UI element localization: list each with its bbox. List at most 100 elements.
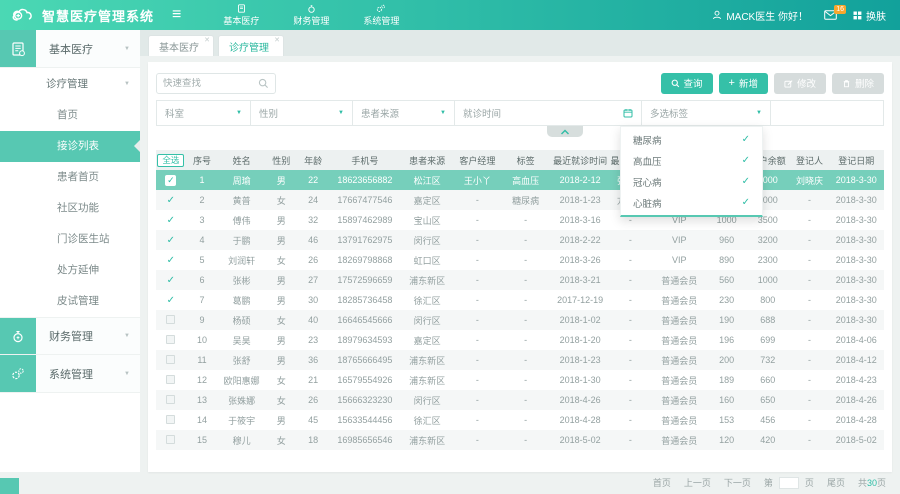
edit-button[interactable]: 修改 bbox=[774, 73, 826, 94]
pagination-prev[interactable]: 上一页 bbox=[684, 476, 711, 489]
cell-age: 40 bbox=[298, 310, 329, 330]
sidebar-section-system[interactable]: 系统管理 ▼ bbox=[0, 355, 140, 393]
table-row[interactable]: 11张舒男3618765666495浦东新区--2018-1-23-普通会员20… bbox=[156, 350, 884, 370]
close-icon[interactable]: ✕ bbox=[274, 36, 280, 44]
table-row[interactable]: ✓2黄普女2417667477546嘉定区-糖尿病2018-1-23方医师500… bbox=[156, 190, 884, 210]
row-checkbox-cell[interactable] bbox=[156, 350, 186, 370]
cell-age: 30 bbox=[298, 290, 329, 310]
cell-source: 嘉定区 bbox=[401, 330, 453, 350]
row-checkbox-cell[interactable]: ✓ bbox=[156, 290, 186, 310]
row-checkbox-cell[interactable]: ✓ bbox=[156, 190, 186, 210]
cell-registrar: 刘晓庆 bbox=[790, 170, 828, 190]
cell-name: 杨硕 bbox=[218, 310, 265, 330]
cell-age: 18 bbox=[298, 430, 329, 450]
user-icon bbox=[712, 10, 722, 20]
cell-phone: 17667477546 bbox=[329, 190, 401, 210]
row-checkbox-cell[interactable]: ✓ bbox=[156, 230, 186, 250]
sidebar-group-clinic[interactable]: 诊疗管理 ▼ bbox=[0, 68, 140, 100]
filter-visit-time[interactable]: 就诊时间 bbox=[454, 100, 642, 126]
user-menu[interactable]: MACK医生 你好！ bbox=[712, 8, 808, 23]
delete-button[interactable]: 删除 bbox=[832, 73, 884, 94]
select-all-button[interactable]: 全选 bbox=[157, 154, 184, 167]
cell-doctor: - bbox=[611, 350, 651, 370]
tag-option-label: 糖尿病 bbox=[633, 133, 662, 147]
tag-option[interactable]: 冠心病✓ bbox=[621, 171, 762, 192]
cell-manager: - bbox=[453, 350, 501, 370]
table-row[interactable]: ✓7葛鹏男3018285736458徐汇区--2017-12-19-普通会员23… bbox=[156, 290, 884, 310]
page-number-input[interactable] bbox=[779, 477, 799, 489]
table-row[interactable]: 14于筱宇男4515633544456徐汇区--2018-4-28-普通会员15… bbox=[156, 410, 884, 430]
sidebar-section-basic[interactable]: 基本医疗 ▼ bbox=[0, 30, 140, 68]
table-row[interactable]: 12欧阳惠娜女2116579554926浦东新区--2018-1-30-普通会员… bbox=[156, 370, 884, 390]
quick-search-box[interactable] bbox=[156, 73, 276, 94]
tab-basic-medical[interactable]: 基本医疗 ✕ bbox=[148, 35, 214, 56]
table-row[interactable]: ✓5刘润轩女2618269798868虹口区--2018-3-26-VIP890… bbox=[156, 250, 884, 270]
row-checkbox-cell[interactable] bbox=[156, 390, 186, 410]
topnav-item-finance[interactable]: 财务管理 bbox=[293, 4, 329, 27]
filter-department[interactable]: 科室 ▼ bbox=[156, 100, 251, 126]
pagination-jump-prefix: 第 bbox=[764, 476, 773, 489]
tag-option[interactable]: 糖尿病✓ bbox=[621, 129, 762, 150]
table-row[interactable]: 10吴昊男2318979634593嘉定区--2018-1-20-普通会员196… bbox=[156, 330, 884, 350]
row-checkbox-cell[interactable] bbox=[156, 430, 186, 450]
topnav-item-basic[interactable]: 基本医疗 bbox=[223, 4, 259, 27]
top-header: 智慧医疗管理系统 ≡ 基本医疗 财务管理 系统管理 bbox=[0, 0, 900, 30]
row-checkbox-cell[interactable] bbox=[156, 370, 186, 390]
cell-phone: 18765666495 bbox=[329, 350, 401, 370]
filter-patient-source[interactable]: 患者来源 ▼ bbox=[352, 100, 455, 126]
table-row[interactable]: ✓6张彬男2717572596659浦东新区--2018-3-21-普通会员56… bbox=[156, 270, 884, 290]
checkbox-unchecked-icon bbox=[166, 315, 175, 324]
pagination-last[interactable]: 尾页 bbox=[827, 476, 845, 489]
row-checkbox-cell[interactable]: ✓ bbox=[156, 210, 186, 230]
add-button[interactable]: + 新增 bbox=[719, 73, 768, 94]
sidebar-item[interactable]: 社区功能 bbox=[0, 193, 140, 224]
cell-member: 普通会员 bbox=[650, 310, 708, 330]
pagination-next[interactable]: 下一页 bbox=[724, 476, 751, 489]
cell-age: 21 bbox=[298, 370, 329, 390]
cell-member: 普通会员 bbox=[650, 430, 708, 450]
row-checkbox-cell[interactable] bbox=[156, 330, 186, 350]
tag-option[interactable]: 高血压✓ bbox=[621, 150, 762, 171]
sidebar-item[interactable]: 皮试管理 bbox=[0, 286, 140, 317]
cell-doctor: - bbox=[611, 410, 651, 430]
row-checkbox-cell[interactable] bbox=[156, 410, 186, 430]
table-row[interactable]: ✓3傅伟男3215897462989宝山区--2018-3-16-VIP1000… bbox=[156, 210, 884, 230]
table-row[interactable]: 15穆儿女1816985656546浦东新区--2018-5-02-普通会员12… bbox=[156, 430, 884, 450]
filter-gender[interactable]: 性别 ▼ bbox=[250, 100, 353, 126]
cell-phone: 15666323230 bbox=[329, 390, 401, 410]
row-checkbox-cell[interactable] bbox=[156, 310, 186, 330]
sidebar-section-finance[interactable]: 财务管理 ▼ bbox=[0, 317, 140, 355]
table-row[interactable]: 9杨硕女4016646545666闵行区--2018-1-02-普通会员1906… bbox=[156, 310, 884, 330]
hamburger-menu-icon[interactable]: ≡ bbox=[172, 7, 181, 23]
row-checkbox-cell[interactable]: ✓ bbox=[156, 250, 186, 270]
sidebar-item[interactable]: 处方延伸 bbox=[0, 255, 140, 286]
sidebar: 基本医疗 ▼ 诊疗管理 ▼ 首页接诊列表患者首页社区功能门诊医生站处方延伸皮试管… bbox=[0, 30, 140, 494]
pagination-first[interactable]: 首页 bbox=[653, 476, 671, 489]
sidebar-item[interactable]: 接诊列表 bbox=[0, 131, 140, 162]
cell-name: 张舒 bbox=[218, 350, 265, 370]
close-icon[interactable]: ✕ bbox=[204, 36, 210, 44]
topnav-item-system[interactable]: 系统管理 bbox=[363, 4, 399, 27]
row-checkbox-cell[interactable]: ✓ bbox=[156, 170, 186, 190]
cell-date: 2018-3-30 bbox=[829, 210, 884, 230]
cell-date: 2018-3-30 bbox=[829, 310, 884, 330]
tab-clinic-management[interactable]: 诊疗管理 ✕ bbox=[218, 35, 284, 56]
sidebar-item[interactable]: 门诊医生站 bbox=[0, 224, 140, 255]
collapse-filters-button[interactable] bbox=[547, 126, 583, 137]
table-row[interactable]: ✓4于鹏男4613791762975闵行区--2018-2-22-VIP9603… bbox=[156, 230, 884, 250]
cell-source: 浦东新区 bbox=[401, 370, 453, 390]
search-input[interactable] bbox=[163, 78, 258, 89]
cell-registrar: - bbox=[790, 430, 828, 450]
filter-multi-tag[interactable]: 多选标签 ▼ bbox=[641, 100, 771, 126]
row-checkbox-cell[interactable]: ✓ bbox=[156, 270, 186, 290]
sidebar-item[interactable]: 首页 bbox=[0, 100, 140, 131]
messages-button[interactable]: 16 bbox=[824, 10, 837, 20]
query-button[interactable]: 查询 bbox=[661, 73, 713, 94]
tag-option[interactable]: 心脏病✓ bbox=[621, 192, 762, 213]
table-row[interactable]: ✓1周瑜男2218623656882松江区王小丫高血压2018-2-12张医师6… bbox=[156, 170, 884, 190]
change-skin-button[interactable]: 换肤 bbox=[853, 8, 886, 23]
cell-visit: 2018-3-21 bbox=[550, 270, 611, 290]
checkbox-checked-icon: ✓ bbox=[167, 215, 175, 226]
table-row[interactable]: 13张姝娜女2615666323230闵行区--2018-4-26-普通会员16… bbox=[156, 390, 884, 410]
sidebar-item[interactable]: 患者首页 bbox=[0, 162, 140, 193]
